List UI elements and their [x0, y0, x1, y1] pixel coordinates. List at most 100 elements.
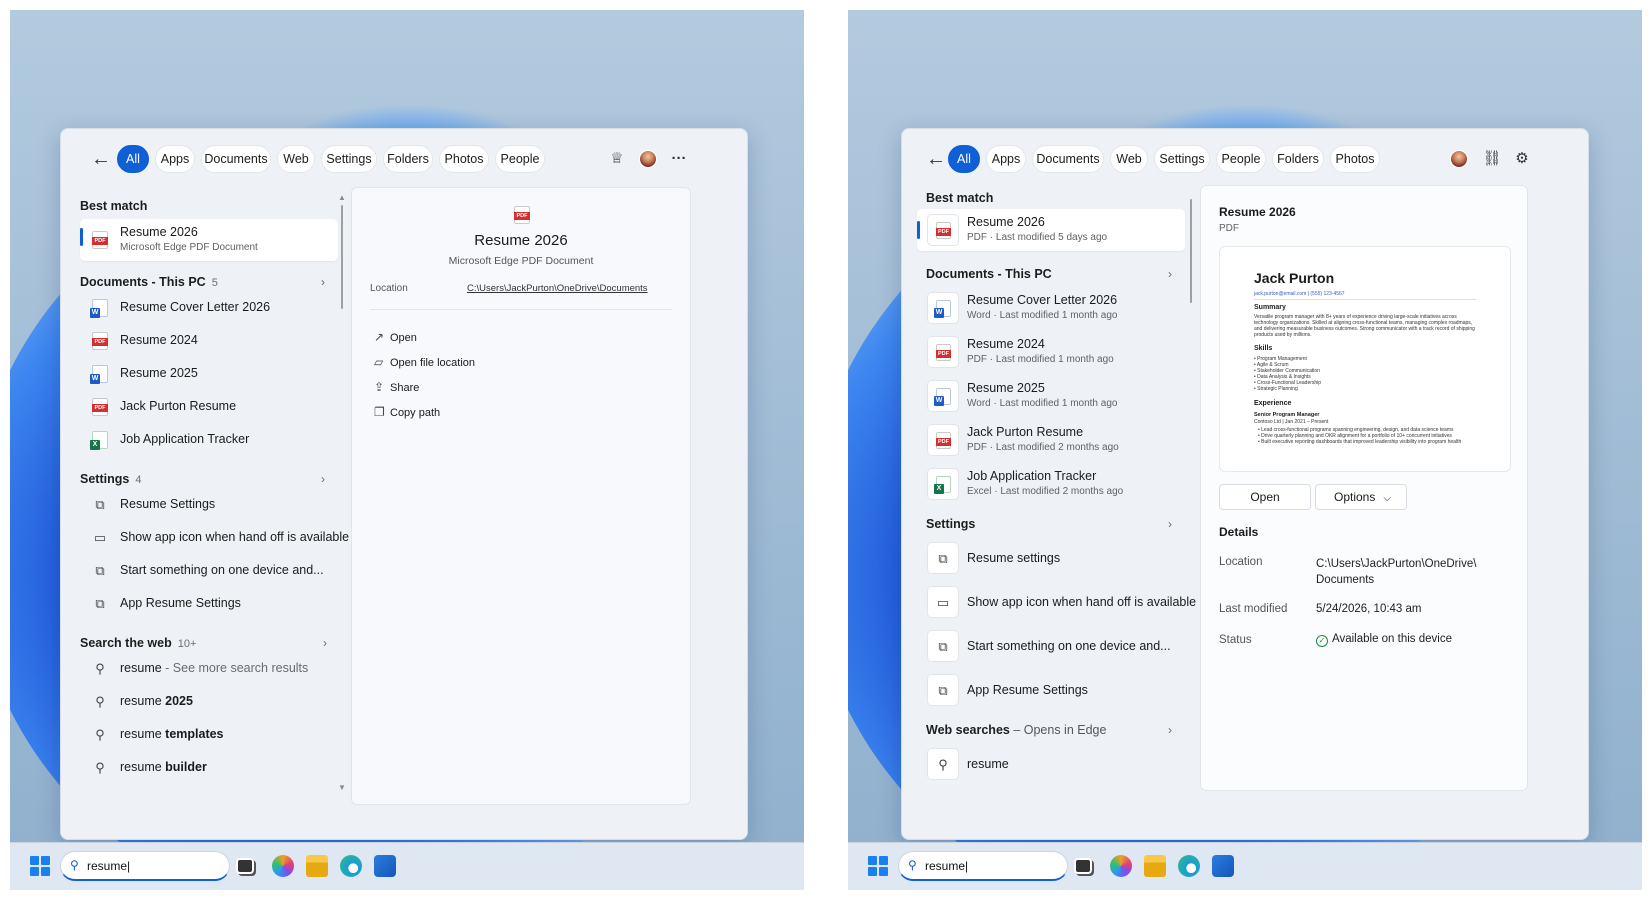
filter-documents[interactable]: Documents [201, 145, 271, 173]
file-explorer-icon[interactable] [306, 855, 328, 877]
doc-bullets: • Lead cross-functional programs spannin… [1258, 427, 1462, 445]
best-match-item[interactable]: Resume 2026 PDF · Last modified 5 days a… [917, 209, 1185, 251]
options-button[interactable]: Options ⌵ [1315, 484, 1407, 510]
edge-browser-icon[interactable] [1178, 855, 1200, 877]
chevron-right-icon[interactable]: › [1168, 517, 1172, 531]
filter-photos[interactable]: Photos [439, 145, 489, 173]
store-icon[interactable] [1212, 855, 1234, 877]
web-result[interactable]: ⚲ resume 2025 [80, 685, 338, 719]
documents-header[interactable]: Documents - This PC 5 [80, 275, 218, 289]
filter-settings[interactable]: Settings [1154, 145, 1210, 173]
chevron-right-icon[interactable]: › [321, 472, 325, 486]
edge-browser-icon[interactable] [340, 855, 362, 877]
filter-people[interactable]: People [1216, 145, 1266, 173]
chevron-right-icon[interactable]: › [321, 275, 325, 289]
modified-value: 5/24/2026, 10:43 am [1316, 603, 1422, 615]
list-item[interactable]: Jack Purton Resume [80, 390, 338, 424]
icon-tile: ⧉ [927, 630, 959, 662]
chevron-right-icon[interactable]: › [1168, 267, 1172, 281]
store-icon[interactable] [374, 855, 396, 877]
list-item[interactable]: Resume Cover Letter 2026 [80, 291, 338, 325]
task-view-icon[interactable] [236, 858, 254, 874]
action-share[interactable]: ⇪ Share [374, 380, 419, 394]
open-button[interactable]: Open [1219, 484, 1311, 510]
more-options-icon[interactable]: ··· [669, 149, 689, 169]
file-explorer-icon[interactable] [1144, 855, 1166, 877]
filter-apps[interactable]: Apps [986, 145, 1026, 173]
location-link[interactable]: C:\Users\JackPurton\OneDrive\Documents [467, 283, 648, 294]
list-item[interactable]: ⧉ Resume Settings [80, 488, 338, 522]
scroll-up-arrow-icon[interactable]: ▲ [338, 193, 346, 202]
preview-subtitle: Microsoft Edge PDF Document [448, 255, 594, 267]
web-result[interactable]: ⚲ resume - See more search results [80, 652, 338, 686]
back-arrow-icon[interactable]: ← [91, 149, 111, 169]
list-item[interactable]: Resume 2025 [80, 357, 338, 391]
chevron-right-icon[interactable]: › [1168, 723, 1172, 737]
action-copy-path[interactable]: ❐ Copy path [374, 405, 440, 419]
avatar[interactable] [1450, 150, 1468, 168]
best-match-header: Best match [926, 191, 994, 205]
list-item[interactable]: ⧉ App Resume Settings [80, 587, 338, 621]
location-value[interactable]: C:\Users\JackPurton\OneDrive\ Documents [1316, 556, 1486, 588]
list-item[interactable]: Resume 2024 PDF · Last modified 1 month a… [917, 331, 1185, 373]
taskbar-search-input[interactable]: ⚲ resume| [60, 851, 230, 881]
list-item[interactable]: ▭ Show app icon when hand off is availabl… [80, 521, 349, 555]
taskbar-search-text: resume| [87, 859, 131, 873]
filter-settings[interactable]: Settings [321, 145, 377, 173]
search-icon: ⚲ [95, 694, 105, 709]
action-open[interactable]: ↗ Open [374, 330, 417, 344]
list-item[interactable]: Resume 2025 Word · Last modified 1 month … [917, 375, 1185, 417]
taskbar-search-input[interactable]: ⚲ resume| [898, 851, 1068, 881]
windows-start-icon[interactable] [868, 856, 888, 876]
back-arrow-icon[interactable]: ← [926, 149, 946, 169]
settings-header[interactable]: Settings 4 [80, 472, 141, 486]
rewards-trophy-icon[interactable]: ♕ [607, 149, 627, 169]
list-item[interactable]: ⧉ Start something on one device and... [80, 554, 338, 588]
windows-start-icon[interactable] [30, 856, 50, 876]
filter-folders[interactable]: Folders [1272, 145, 1324, 173]
copilot-icon[interactable] [1110, 855, 1132, 877]
web-searches-header[interactable]: Web searches – Opens in Edge [926, 723, 1106, 737]
filter-web[interactable]: Web [277, 145, 315, 173]
filter-all[interactable]: All [117, 145, 149, 173]
pdf-file-icon [936, 222, 951, 239]
share-device-icon[interactable]: ⛓ [1482, 149, 1502, 169]
documents-header[interactable]: Documents - This PC [926, 267, 1052, 281]
avatar[interactable] [639, 150, 657, 168]
preview-title: Resume 2026 [474, 232, 568, 249]
list-item-subtitle: Word · Last modified 1 month ago [967, 398, 1118, 409]
list-item[interactable]: ⧉ Resume settings [917, 537, 1185, 579]
list-item[interactable]: ⧉ App Resume Settings [917, 669, 1185, 711]
task-view-icon[interactable] [1074, 858, 1092, 874]
list-item[interactable]: Resume Cover Letter 2026 Word · Last modi… [917, 287, 1185, 329]
scrollbar-thumb[interactable] [341, 205, 343, 309]
scrollbar-thumb[interactable] [1190, 199, 1192, 303]
filter-apps[interactable]: Apps [155, 145, 195, 173]
best-match-item[interactable]: Resume 2026 Microsoft Edge PDF Document [80, 219, 338, 261]
list-item[interactable]: ⧉ Start something on one device and... [917, 625, 1185, 667]
list-item[interactable]: Jack Purton Resume PDF · Last modified 2 … [917, 419, 1185, 461]
filter-documents[interactable]: Documents [1032, 145, 1104, 173]
web-result[interactable]: ⚲ resume [917, 743, 1185, 785]
doc-section-heading: Summary [1254, 304, 1286, 311]
list-item[interactable]: Job Application Tracker [80, 423, 338, 457]
search-icon: ⚲ [938, 757, 948, 772]
list-item[interactable]: ▭ Show app icon when hand off is availabl… [917, 581, 1196, 623]
list-item[interactable]: Resume 2024 [80, 324, 338, 358]
action-open-file-location[interactable]: ▱ Open file location [374, 355, 475, 369]
document-thumbnail[interactable]: Jack Purton jack.purton@email.com | (555… [1219, 246, 1511, 472]
scroll-down-arrow-icon[interactable]: ▼ [338, 783, 346, 792]
filter-all[interactable]: All [948, 145, 980, 173]
web-result[interactable]: ⚲ resume templates [80, 718, 338, 752]
filter-photos[interactable]: Photos [1330, 145, 1380, 173]
gear-icon[interactable]: ⚙ [1512, 149, 1532, 169]
filter-folders[interactable]: Folders [383, 145, 433, 173]
settings-header[interactable]: Settings [926, 517, 975, 531]
list-item[interactable]: Job Application Tracker Excel · Last modi… [917, 463, 1185, 505]
copilot-icon[interactable] [272, 855, 294, 877]
web-result[interactable]: ⚲ resume builder [80, 751, 338, 785]
filter-people[interactable]: People [495, 145, 545, 173]
filter-web[interactable]: Web [1110, 145, 1148, 173]
chevron-right-icon[interactable]: › [323, 636, 327, 650]
web-header[interactable]: Search the web 10+ [80, 636, 196, 650]
